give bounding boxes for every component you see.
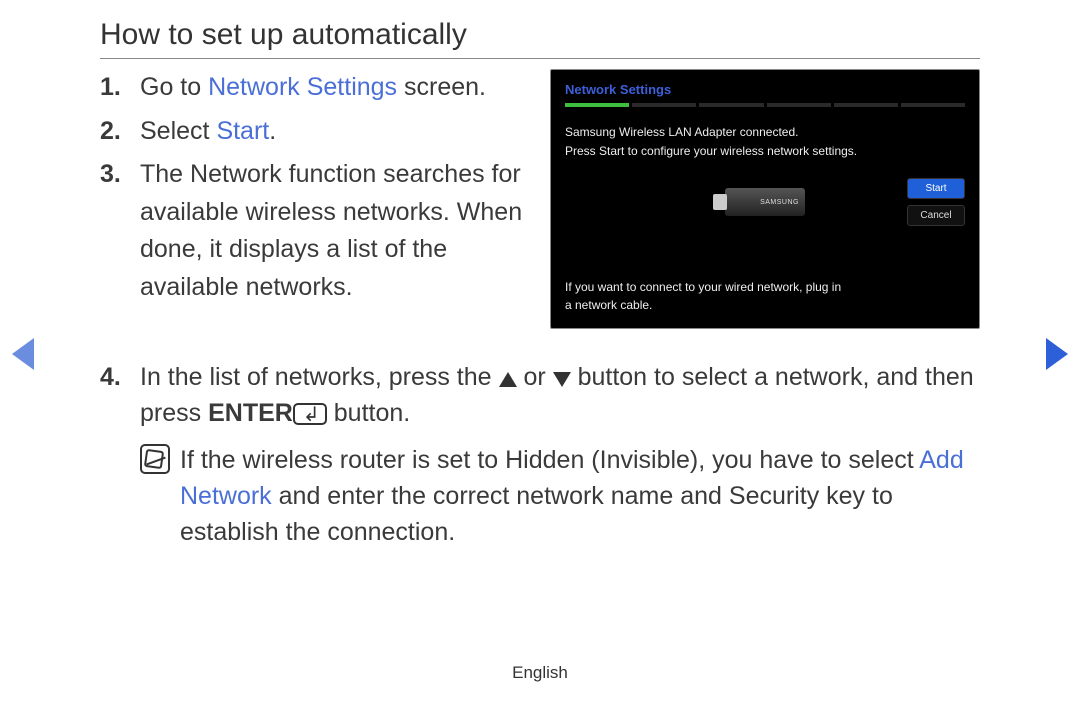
step-number: 2. <box>100 113 140 151</box>
page-content: How to set up automatically 1. Go to Net… <box>0 0 1080 550</box>
enter-icon <box>293 403 327 425</box>
note-icon <box>140 442 180 551</box>
link-network-settings: Network Settings <box>208 73 397 101</box>
step-number: 3. <box>100 156 140 306</box>
step-body: The Network function searches for availa… <box>140 156 530 306</box>
progress-bar <box>565 103 965 107</box>
start-button[interactable]: Start <box>907 178 965 199</box>
nav-next-arrow[interactable] <box>1046 338 1068 370</box>
network-settings-screenshot: Network Settings Samsung Wireless LAN Ad… <box>550 69 980 329</box>
up-arrow-icon <box>499 372 517 387</box>
cancel-button[interactable]: Cancel <box>907 205 965 226</box>
step-3: 3. The Network function searches for ava… <box>100 156 530 306</box>
nav-prev-arrow[interactable] <box>12 338 34 370</box>
panel-footnote: If you want to connect to your wired net… <box>565 278 849 314</box>
step-2: 2. Select Start. <box>100 113 530 151</box>
link-start: Start <box>216 117 269 145</box>
panel-title: Network Settings <box>565 82 965 97</box>
adapter-image: SAMSUNG <box>565 167 965 237</box>
step-body: In the list of networks, press the or bu… <box>140 359 980 550</box>
footer-language: English <box>0 663 1080 683</box>
panel-message: Samsung Wireless LAN Adapter connected. … <box>565 123 965 161</box>
page-title: How to set up automatically <box>100 18 980 59</box>
step-4: 4. In the list of networks, press the or… <box>100 359 980 550</box>
step-body: Select Start. <box>140 113 530 151</box>
step-1: 1. Go to Network Settings screen. <box>100 69 530 107</box>
down-arrow-icon <box>553 372 571 387</box>
note-body: If the wireless router is set to Hidden … <box>180 442 980 551</box>
step-number: 4. <box>100 359 140 550</box>
step-number: 1. <box>100 69 140 107</box>
step-body: Go to Network Settings screen. <box>140 69 530 107</box>
note: If the wireless router is set to Hidden … <box>140 442 980 551</box>
enter-label: ENTER <box>208 399 293 427</box>
